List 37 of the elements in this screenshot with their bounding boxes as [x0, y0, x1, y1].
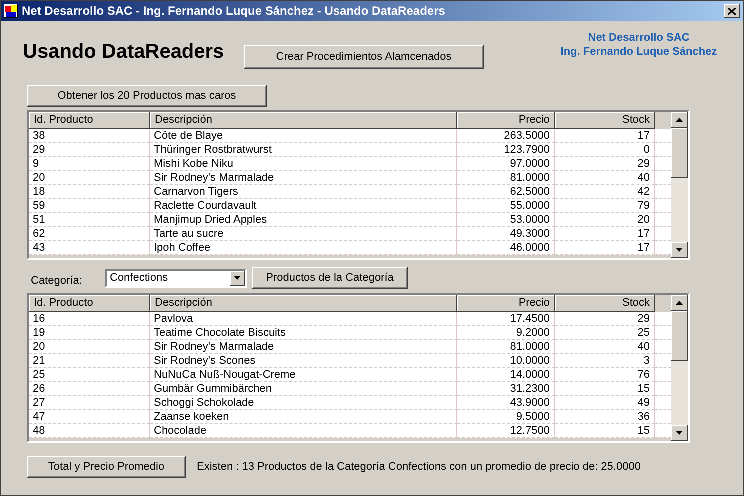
table-cell: 46.0000	[457, 241, 555, 255]
table-cell: 12.7500	[457, 424, 555, 438]
table-cell: Chocolade	[150, 424, 457, 438]
scroll-up-icon	[676, 301, 683, 305]
category-label: Categoría:	[30, 275, 84, 287]
column-header[interactable]: Precio	[457, 112, 555, 129]
page-heading: Usando DataReaders	[23, 41, 226, 64]
close-button[interactable]	[724, 4, 740, 18]
dropdown-arrow-icon	[234, 276, 241, 280]
column-header[interactable]: Id. Producto	[29, 112, 150, 129]
column-header[interactable]: Id. Producto	[29, 295, 150, 312]
column-header[interactable]: Stock	[555, 295, 655, 312]
column-header[interactable]: Descripción	[150, 295, 457, 312]
app-icon	[4, 4, 18, 18]
category-dropdown[interactable]: Confections	[105, 268, 247, 288]
column-header[interactable]: Descripción	[150, 112, 457, 129]
scroll-down-icon	[676, 431, 683, 435]
scrollbar[interactable]	[671, 295, 688, 441]
scroll-up-icon	[676, 118, 683, 122]
scrollbar[interactable]	[671, 112, 688, 258]
category-products-button[interactable]: Productos de la Categoría	[252, 267, 408, 289]
create-procedures-button[interactable]: Crear Procedimientos Alamcenados	[244, 45, 484, 69]
column-header[interactable]: Stock	[555, 112, 655, 129]
top-products-button[interactable]: Obtener los 20 Productos mas caros	[27, 85, 267, 107]
table-cell: Ipoh Coffee	[150, 241, 457, 255]
credit-text: Ing. Fernando Luque Sánchez	[560, 45, 718, 59]
data-grid[interactable]	[27, 293, 690, 443]
table-cell: 48	[29, 424, 150, 438]
data-grid[interactable]	[27, 110, 690, 260]
window-title: Net Desarrollo SAC - Ing. Fernando Luque Sánchez - Usando DataReaders	[22, 4, 446, 18]
credit-text: Net Desarrollo SAC	[588, 31, 690, 45]
column-header[interactable]: Precio	[457, 295, 555, 312]
total-average-button[interactable]: Total y Precio Promedio	[27, 456, 186, 478]
result-text: Existen : 13 Productos de la Categoría Confections con un promedio de precio de: 25.0000	[197, 461, 641, 473]
table-cell: 43	[29, 241, 150, 255]
close-icon	[728, 8, 736, 14]
scroll-down-icon	[676, 248, 683, 252]
